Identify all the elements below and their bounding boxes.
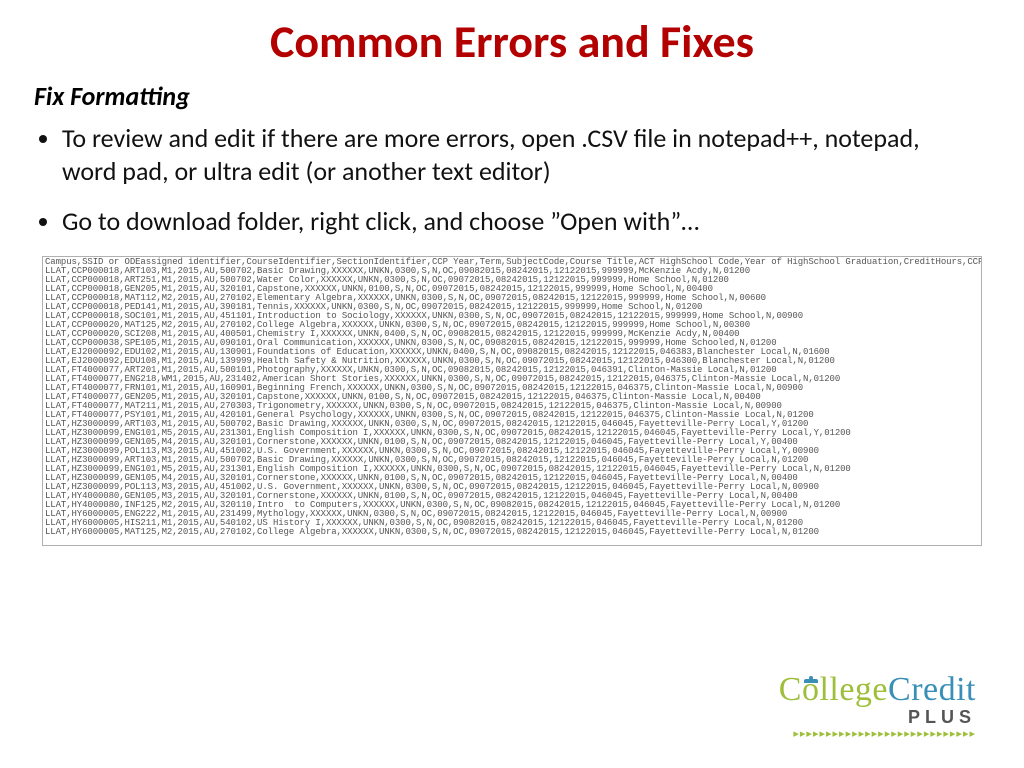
logo-arrow-decoration: ▸▸▸▸▸▸▸▸▸▸▸▸▸▸▸▸▸▸▸▸▸▸▸▸▸▸▸▸ — [779, 727, 976, 740]
logo-graduation-cap-icon: o — [802, 671, 820, 709]
logo-text-college-rest: llege — [819, 671, 888, 708]
bullet-list: To review and edit if there are more err… — [0, 122, 1024, 238]
csv-text: Campus,SSID or ODEassigned identifier,Co… — [43, 257, 981, 538]
slide-subtitle: Fix Formatting — [0, 70, 1024, 122]
bullet-item: To review and edit if there are more err… — [62, 122, 978, 187]
college-credit-plus-logo: CollegeCredit PLUS ▸▸▸▸▸▸▸▸▸▸▸▸▸▸▸▸▸▸▸▸▸… — [779, 671, 976, 740]
slide-title: Common Errors and Fixes — [0, 0, 1024, 70]
logo-text-credit: Credit — [888, 671, 976, 708]
logo-text-plus: PLUS — [779, 707, 976, 728]
bullet-item: Go to download folder, right click, and … — [62, 205, 978, 238]
logo-text-college-c: C — [779, 671, 802, 708]
csv-screenshot: Campus,SSID or ODEassigned identifier,Co… — [42, 256, 982, 546]
